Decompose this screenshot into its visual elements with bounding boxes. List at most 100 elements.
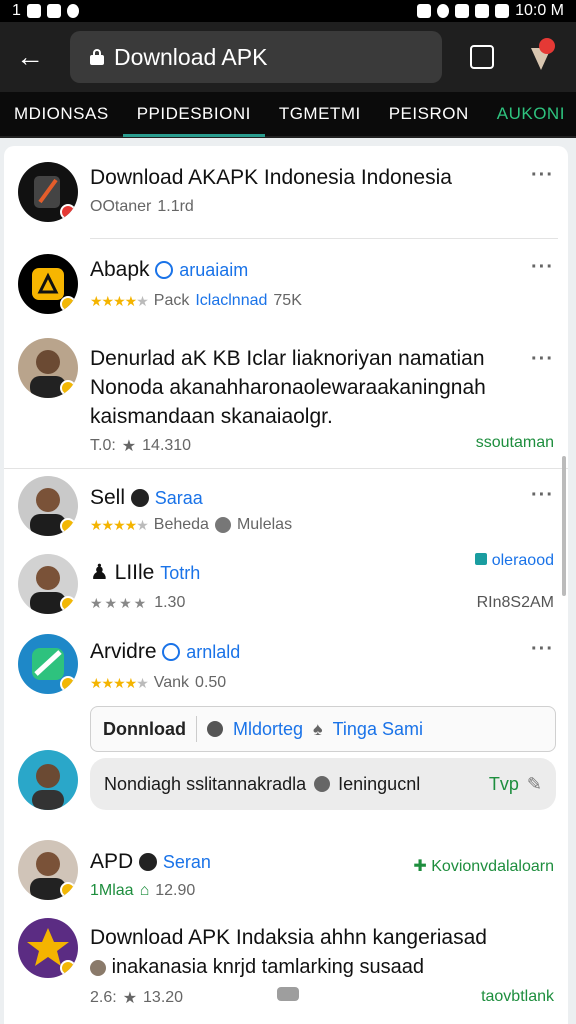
divider — [4, 468, 568, 469]
pencil-icon: ✎ — [526, 773, 542, 794]
item-subtitle-text: inakanasia knrjd tamlarking susaad — [111, 956, 424, 978]
item-tag: oleraood — [475, 552, 554, 570]
item-title-text: Sell — [90, 486, 126, 509]
app-icon[interactable] — [18, 254, 78, 314]
status-right: 10:0 M — [417, 2, 564, 20]
item-rating: 2.6: — [90, 989, 117, 1006]
item-meta: T.0: ★ 14.310 — [90, 436, 191, 456]
item-tag: ✚ Kovionvdalaloarn — [413, 856, 554, 876]
status-time: 10:0 M — [515, 2, 564, 19]
badge-icon — [60, 518, 76, 534]
option-2[interactable]: Tinga Sami — [333, 719, 423, 740]
item-title-text: Arvidre — [90, 640, 157, 663]
app-icon[interactable] — [18, 918, 78, 978]
more-options-icon[interactable]: ··· — [531, 256, 554, 279]
item-tag-text: oleraood — [491, 552, 554, 569]
item-title[interactable]: Denurlad aK KB Iclar liaknoriyan namatia… — [90, 344, 510, 431]
item-title[interactable]: Arvidre arnlald — [90, 640, 240, 664]
emoji-icon — [90, 959, 106, 976]
notification-icon — [26, 4, 41, 18]
more-options-icon[interactable]: ··· — [531, 484, 554, 507]
item-meta: ★★★★ 1.30 — [90, 594, 185, 612]
wifi-icon — [455, 4, 470, 18]
more-options-icon[interactable]: ··· — [531, 348, 554, 371]
more-options-icon[interactable]: ··· — [531, 638, 554, 661]
comment-input[interactable]: Nondiagh sslitannakradla Ieningucnl Tvp … — [90, 758, 556, 810]
item-count: 12.90 — [155, 882, 196, 899]
item-publisher: Seran — [162, 852, 211, 872]
item-title-text: APD — [90, 850, 134, 873]
back-button[interactable]: ← — [0, 22, 60, 92]
comment-text-2: Ieningucnl — [338, 773, 421, 794]
category-tabs: MDIONSAS PPIDESBIONI TGMETMI PEISRON AUK… — [0, 92, 576, 138]
tab-4[interactable]: PEISRON — [375, 91, 483, 137]
item-meta: 2.6: ★ 13.20 — [90, 988, 183, 1008]
tab-1[interactable]: MDIONSAS — [0, 91, 123, 137]
alarm-icon — [437, 4, 450, 18]
item-subtitle: inakanasia knrjd tamlarking susaad — [90, 956, 424, 979]
item-title[interactable]: Abapk aruaiaim — [90, 258, 248, 282]
status-left-text: 1 — [12, 2, 21, 19]
item-title[interactable]: Download APK Indaksia ahhn kangeriasad — [90, 926, 487, 950]
item-count: 75K — [273, 292, 302, 309]
badge-icon — [60, 380, 76, 396]
person-icon — [32, 764, 64, 810]
rating-stars: ★★★★★ — [90, 674, 149, 691]
item-author: OOtaner — [90, 198, 152, 215]
verified-icon — [155, 261, 174, 280]
item-title[interactable]: ♟ LIIle Totrh — [90, 560, 200, 585]
app-icon[interactable] — [18, 162, 78, 222]
address-bar[interactable]: Download APK — [70, 31, 442, 83]
item-title-text: LIIle — [114, 561, 155, 584]
tabs-button[interactable] — [470, 45, 494, 69]
notification-badge — [539, 38, 555, 54]
item-rating: T.0: — [90, 437, 116, 454]
verified-icon — [162, 643, 181, 662]
mute-icon — [417, 4, 432, 18]
item-count: 1.30 — [154, 594, 186, 611]
avatar[interactable] — [18, 338, 78, 398]
image-icon — [46, 4, 61, 18]
badge-icon — [60, 596, 76, 612]
avatar[interactable] — [18, 554, 78, 614]
scrollbar[interactable] — [562, 456, 566, 596]
badge-icon — [60, 296, 76, 312]
badge-icon — [60, 676, 76, 692]
item-timestamp: RIn8S2AM — [476, 594, 554, 611]
item-meta: ★★★★★ Beheda Mulelas — [90, 516, 292, 534]
tab-2[interactable]: PPIDESBIONI — [122, 91, 265, 137]
tab-3[interactable]: TGMETMI — [265, 91, 375, 137]
plus-icon: ✚ — [413, 858, 427, 875]
download-button[interactable]: Donnload — [103, 719, 186, 740]
tab-5[interactable]: AUKONI — [483, 91, 576, 137]
url-text: Download APK — [114, 43, 268, 70]
separator — [196, 716, 197, 742]
avatar[interactable] — [18, 750, 78, 810]
settings-icon — [207, 721, 223, 737]
menu-button[interactable] — [527, 38, 555, 74]
avatar[interactable] — [18, 476, 78, 536]
avatar[interactable] — [18, 840, 78, 900]
rating-stars: ★★★★★ — [90, 516, 149, 533]
badge-icon — [60, 882, 76, 898]
item-label: Pack — [153, 292, 190, 309]
user-icon: ♟ — [90, 561, 109, 584]
item-title[interactable]: Download AKAPK Indonesia Indonesia — [90, 166, 452, 190]
item-tag-text: Kovionvdalaloarn — [431, 858, 554, 875]
item-title[interactable]: APD Seran — [90, 850, 211, 874]
more-options-icon[interactable]: ··· — [531, 164, 554, 187]
item-publisher: Saraa — [154, 488, 203, 508]
status-bar: 1 10:0 M — [0, 0, 576, 22]
item-meta: ★★★★★ Vank 0.50 — [90, 674, 226, 692]
item-title[interactable]: Sell Saraa — [90, 486, 203, 510]
comment-text: Nondiagh sslitannakradla — [104, 773, 307, 794]
item-extra: Beheda — [153, 516, 209, 533]
home-indicator[interactable] — [277, 987, 299, 1001]
comment-action[interactable]: Tvp — [489, 774, 519, 795]
option-1[interactable]: Mldorteg — [233, 719, 303, 740]
app-icon[interactable] — [18, 634, 78, 694]
lock-icon — [90, 49, 104, 65]
item-extra: Vank — [153, 674, 190, 691]
download-options-bar: Donnload Mldorteg ♠ Tinga Sami — [90, 706, 556, 752]
item-meta: OOtaner 1.1rd — [90, 198, 194, 216]
